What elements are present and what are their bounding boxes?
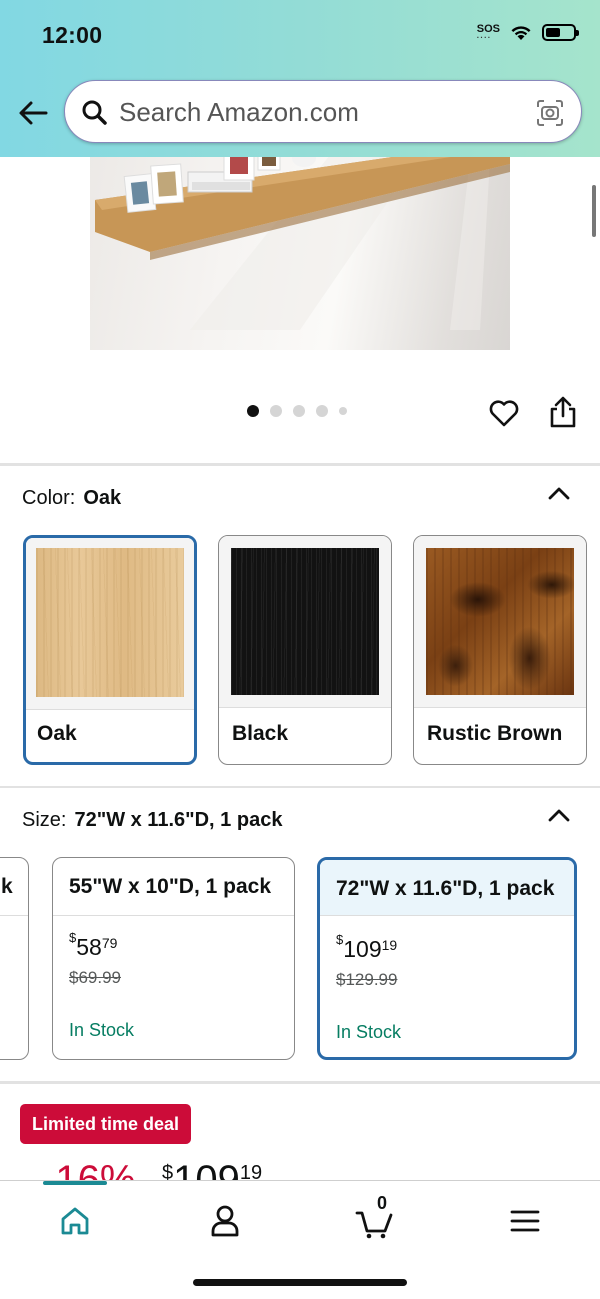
cart-count-badge: 0 bbox=[377, 1193, 388, 1213]
account-icon[interactable] bbox=[205, 1201, 245, 1241]
discount-percent: -16% bbox=[42, 1158, 136, 1182]
cart-icon bbox=[355, 1211, 393, 1239]
pagination-dot[interactable] bbox=[293, 405, 305, 417]
color-label-text: Color: bbox=[22, 487, 76, 509]
size-option-partial[interactable]: k bbox=[0, 857, 29, 1060]
menu-icon[interactable] bbox=[505, 1201, 545, 1241]
swatch-label: Oak bbox=[37, 722, 77, 745]
share-icon[interactable] bbox=[548, 395, 578, 429]
heart-icon[interactable] bbox=[488, 397, 520, 429]
size-card-header: 72"W x 11.6"D, 1 pack bbox=[320, 860, 574, 916]
size-card-header: k bbox=[0, 858, 28, 916]
deal-price: $10919 bbox=[162, 1158, 262, 1182]
size-card-title: 55"W x 10"D, 1 pack bbox=[69, 875, 272, 898]
price-fraction: 19 bbox=[381, 937, 398, 953]
search-bar[interactable] bbox=[64, 80, 582, 143]
pagination-dot[interactable] bbox=[270, 405, 282, 417]
swatch-image-area bbox=[26, 538, 194, 710]
price-whole: 109 bbox=[343, 936, 382, 962]
chevron-up-icon[interactable] bbox=[546, 805, 572, 825]
section-divider bbox=[0, 1081, 600, 1084]
signal-dots: ···· bbox=[476, 33, 492, 42]
cart-button[interactable]: 0 bbox=[355, 1193, 395, 1241]
status-icons: SOS ···· bbox=[476, 24, 579, 42]
deal-price-row: -16% $10919 bbox=[42, 1158, 342, 1182]
back-arrow-icon[interactable] bbox=[16, 96, 50, 130]
battery-icon bbox=[542, 24, 579, 41]
color-label: Color: Oak bbox=[22, 487, 121, 510]
size-card-stock: In Stock bbox=[69, 1020, 135, 1040]
price-symbol: $ bbox=[336, 932, 344, 947]
size-card-title: k bbox=[1, 875, 13, 898]
camera-search-icon[interactable] bbox=[535, 98, 565, 128]
size-card-stock: In Stock bbox=[336, 1022, 402, 1042]
size-card-price: $5879 bbox=[69, 930, 118, 961]
color-option-rustic-brown[interactable]: Rustic Brown bbox=[413, 535, 587, 765]
price-symbol: $ bbox=[69, 930, 77, 945]
system-home-indicator[interactable] bbox=[193, 1279, 407, 1286]
page-scrollbar[interactable] bbox=[592, 185, 596, 237]
size-card-price: $10919 bbox=[336, 932, 398, 963]
swatch-label: Black bbox=[232, 722, 289, 745]
size-label-text: Size: bbox=[22, 809, 67, 831]
swatch-label: Rustic Brown bbox=[427, 722, 563, 745]
color-option-oak[interactable]: Oak bbox=[23, 535, 197, 765]
active-tab-indicator bbox=[43, 1181, 107, 1185]
search-input[interactable] bbox=[119, 97, 519, 127]
sos-indicator: SOS ···· bbox=[476, 24, 500, 42]
size-label: Size: 72"W x 11.6"D, 1 pack bbox=[22, 809, 282, 832]
section-divider bbox=[0, 463, 600, 466]
top-header: 12:00 SOS ···· bbox=[0, 0, 600, 157]
pagination-dot[interactable] bbox=[316, 405, 328, 417]
size-option-55w[interactable]: 55"W x 10"D, 1 pack $5879 $69.99 In Stoc… bbox=[52, 857, 295, 1060]
size-card-was-price: $69.99 bbox=[69, 968, 121, 987]
price-whole: 58 bbox=[76, 934, 102, 960]
search-icon bbox=[82, 100, 107, 125]
rustic-brown-swatch-image bbox=[426, 548, 574, 695]
price-whole: 109 bbox=[173, 1158, 240, 1182]
color-selected-value: Oak bbox=[83, 487, 122, 509]
status-time: 12:00 bbox=[42, 22, 103, 48]
size-card-title: 72"W x 11.6"D, 1 pack bbox=[336, 877, 555, 900]
chevron-up-icon[interactable] bbox=[546, 483, 572, 503]
home-icon[interactable] bbox=[55, 1201, 95, 1241]
swatch-image-area bbox=[219, 536, 391, 708]
wifi-icon bbox=[511, 25, 531, 40]
size-option-72w[interactable]: 72"W x 11.6"D, 1 pack $10919 $129.99 In … bbox=[317, 857, 577, 1060]
color-option-black[interactable]: Black bbox=[218, 535, 392, 765]
limited-time-deal-badge: Limited time deal bbox=[20, 1104, 192, 1144]
size-card-was-price: $129.99 bbox=[336, 970, 398, 989]
size-selected-value: 72"W x 11.6"D, 1 pack bbox=[74, 809, 283, 831]
oak-swatch-image bbox=[36, 548, 184, 697]
price-fraction: 19 bbox=[239, 1162, 263, 1182]
price-fraction: 79 bbox=[101, 935, 118, 951]
black-swatch-image bbox=[231, 548, 379, 695]
pagination-dot[interactable] bbox=[247, 405, 259, 417]
swatch-image-area bbox=[414, 536, 586, 708]
pagination-dot[interactable] bbox=[339, 407, 347, 415]
image-pagination-dots[interactable] bbox=[247, 405, 347, 417]
size-card-header: 55"W x 10"D, 1 pack bbox=[53, 858, 294, 916]
section-divider bbox=[0, 786, 600, 788]
price-symbol: $ bbox=[162, 1162, 174, 1182]
